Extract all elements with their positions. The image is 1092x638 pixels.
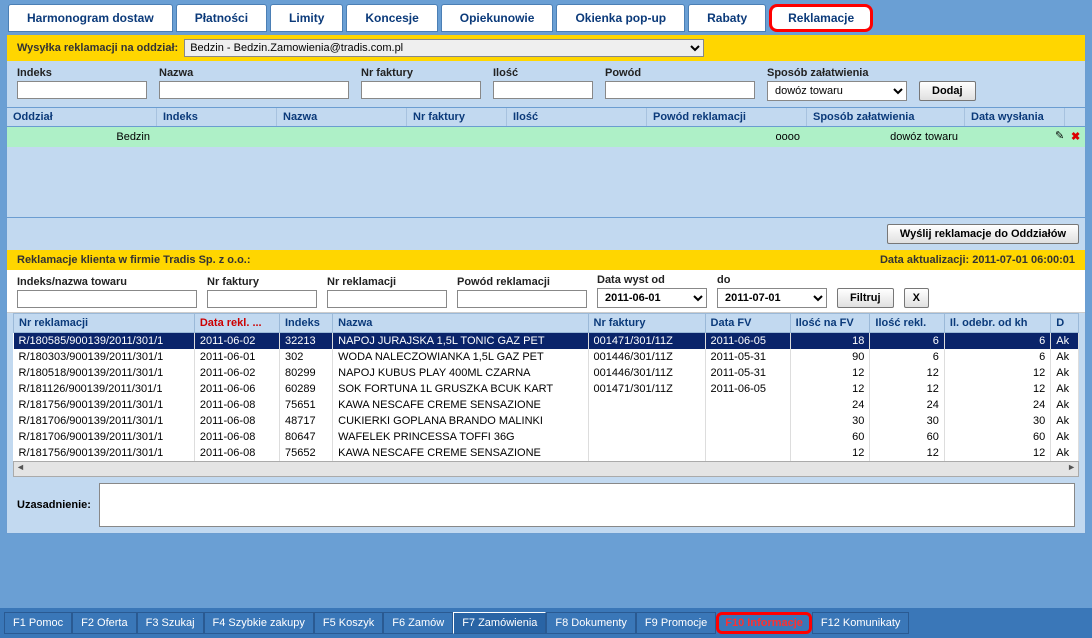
inp-nrrek[interactable] <box>327 290 447 308</box>
grid1-row[interactable]: Bedzin oooo dowóz towaru ✎ ✖ <box>7 127 1085 147</box>
function-key-bar: F1 PomocF2 OfertaF3 SzukajF4 Szybkie zak… <box>0 608 1092 638</box>
gridcol-4[interactable]: Nr faktury <box>588 314 705 333</box>
cell-powod: oooo <box>647 129 807 145</box>
gridcol-5[interactable]: Data FV <box>705 314 790 333</box>
main-panel: Wysyłka reklamacji na oddział: Bedzin - … <box>6 34 1086 534</box>
table-row[interactable]: R/181706/900139/2011/301/12011-06-084871… <box>14 413 1079 429</box>
table-row[interactable]: R/181756/900139/2011/301/12011-06-087565… <box>14 397 1079 413</box>
tab-reklamacje[interactable]: Reklamacje <box>769 4 873 32</box>
fkey-f8[interactable]: F8 Dokumenty <box>546 612 636 634</box>
fkey-f2[interactable]: F2 Oferta <box>72 612 136 634</box>
sel-sposob[interactable]: dowóz towaru <box>767 81 907 101</box>
inp-nrfak2[interactable] <box>207 290 317 308</box>
gridcol-1[interactable]: Data rekl. ... <box>194 314 279 333</box>
lbl-sposob: Sposób załatwienia <box>767 67 907 79</box>
table-row[interactable]: R/181126/900139/2011/301/12011-06-066028… <box>14 381 1079 397</box>
gridcol-0[interactable]: Nr reklamacji <box>14 314 195 333</box>
uz-label: Uzasadnienie: <box>17 499 91 511</box>
tab-płatności[interactable]: Płatności <box>176 4 267 32</box>
cell-sposob: dowóz towaru <box>807 129 965 145</box>
gridcol-7[interactable]: Ilość rekl. <box>870 314 944 333</box>
justification-row: Uzasadnienie: <box>7 477 1085 533</box>
tab-koncesje[interactable]: Koncesje <box>346 4 437 32</box>
col1-5[interactable]: Powód reklamacji <box>647 108 807 126</box>
grid1-header: OddziałIndeksNazwaNr fakturyIlośćPowód r… <box>7 107 1085 127</box>
col1-1[interactable]: Indeks <box>157 108 277 126</box>
uz-textarea[interactable] <box>99 483 1075 527</box>
tab-bar: Harmonogram dostawPłatnościLimityKoncesj… <box>0 0 1092 34</box>
inp-powod2[interactable] <box>457 290 587 308</box>
sel-date-to[interactable]: 2011-07-01 <box>717 288 827 308</box>
col1-2[interactable]: Nazwa <box>277 108 407 126</box>
edit-icon[interactable]: ✎ <box>1055 129 1071 145</box>
lbl-indeks: Indeks <box>17 67 147 79</box>
tab-opiekunowie[interactable]: Opiekunowie <box>441 4 554 32</box>
fkey-f5[interactable]: F5 Koszyk <box>314 612 383 634</box>
fkey-f3[interactable]: F3 Szukaj <box>137 612 204 634</box>
table-row[interactable]: R/181706/900139/2011/301/12011-06-088064… <box>14 429 1079 445</box>
delete-icon[interactable]: ✖ <box>1071 130 1085 144</box>
tab-rabaty[interactable]: Rabaty <box>688 4 766 32</box>
clear-filter-button[interactable]: X <box>904 288 929 308</box>
fkey-f12[interactable]: F12 Komunikaty <box>812 612 909 634</box>
lbl-powod: Powód <box>605 67 755 79</box>
inp-powod[interactable] <box>605 81 755 99</box>
cell-oddzial: Bedzin <box>7 129 157 145</box>
gridcol-2[interactable]: Indeks <box>279 314 332 333</box>
fkey-f9[interactable]: F9 Promocje <box>636 612 716 634</box>
fkey-f4[interactable]: F4 Szybkie zakupy <box>204 612 314 634</box>
branch-select[interactable]: Bedzin - Bedzin.Zamowienia@tradis.com.pl <box>184 39 704 57</box>
lbl-nazwa: Nazwa <box>159 67 349 79</box>
lbl-ilosc: Ilość <box>493 67 593 79</box>
col1-4[interactable]: Ilość <box>507 108 647 126</box>
tab-limity[interactable]: Limity <box>270 4 343 32</box>
table-row[interactable]: R/180303/900139/2011/301/12011-06-01302W… <box>14 349 1079 365</box>
fkey-f7[interactable]: F7 Zamówienia <box>453 612 546 634</box>
complaints-grid: Nr reklamacjiData rekl. ...IndeksNazwaNr… <box>13 313 1079 461</box>
client-complaints-bar: Reklamacje klienta w firmie Tradis Sp. z… <box>7 250 1085 270</box>
gridcol-6[interactable]: Ilość na FV <box>790 314 870 333</box>
filter-row-2: Indeks/nazwa towaru Nr faktury Nr reklam… <box>7 270 1085 313</box>
send-complaints-button[interactable]: Wyślij reklamacje do Oddziałów <box>887 224 1079 244</box>
inp-nazwa[interactable] <box>159 81 349 99</box>
table-row[interactable]: R/180518/900139/2011/301/12011-06-028029… <box>14 365 1079 381</box>
col1-3[interactable]: Nr faktury <box>407 108 507 126</box>
horizontal-scrollbar[interactable] <box>13 461 1079 477</box>
col1-6[interactable]: Sposób załatwienia <box>807 108 965 126</box>
inp-indeks[interactable] <box>17 81 147 99</box>
dodaj-button[interactable]: Dodaj <box>919 81 976 101</box>
bar2-left: Reklamacje klienta w firmie Tradis Sp. z… <box>17 254 251 266</box>
bar2-right: Data aktualizacji: 2011-07-01 06:00:01 <box>880 254 1075 266</box>
table-row[interactable]: R/180585/900139/2011/301/12011-06-023221… <box>14 333 1079 350</box>
gridcol-3[interactable]: Nazwa <box>333 314 588 333</box>
col1-7[interactable]: Data wysłania <box>965 108 1065 126</box>
send-branch-bar: Wysyłka reklamacji na oddział: Bedzin - … <box>7 35 1085 61</box>
fkey-f6[interactable]: F6 Zamów <box>383 612 453 634</box>
inp-nrfak[interactable] <box>361 81 481 99</box>
tab-harmonogram-dostaw[interactable]: Harmonogram dostaw <box>8 4 173 32</box>
inp-ilosc[interactable] <box>493 81 593 99</box>
filter-row-1: Indeks Nazwa Nr faktury Ilość Powód Spos… <box>7 61 1085 107</box>
send-branch-label: Wysyłka reklamacji na oddział: <box>17 42 178 54</box>
fkey-f1[interactable]: F1 Pomoc <box>4 612 72 634</box>
col1-0[interactable]: Oddział <box>7 108 157 126</box>
filtruj-button[interactable]: Filtruj <box>837 288 894 308</box>
gridcol-9[interactable]: D <box>1051 314 1079 333</box>
lbl-nrfak: Nr faktury <box>361 67 481 79</box>
sel-date-from[interactable]: 2011-06-01 <box>597 288 707 308</box>
table-row[interactable]: R/181756/900139/2011/301/12011-06-087565… <box>14 445 1079 461</box>
fkey-f10[interactable]: F10 Informacje <box>716 612 812 634</box>
tab-okienka-pop-up[interactable]: Okienka pop-up <box>556 4 685 32</box>
gridcol-8[interactable]: Il. odebr. od kh <box>944 314 1050 333</box>
inp-inl[interactable] <box>17 290 197 308</box>
